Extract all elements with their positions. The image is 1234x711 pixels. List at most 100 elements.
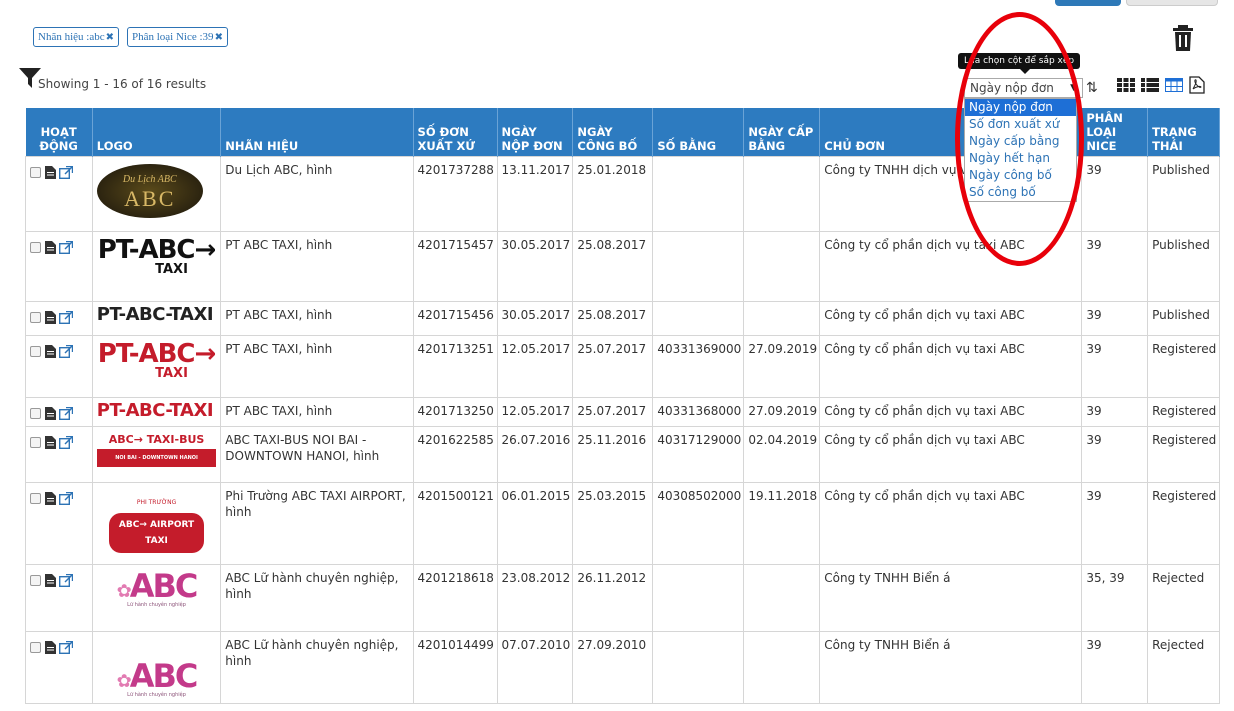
cell-grant-date — [743, 631, 821, 704]
cell-status: Rejected — [1147, 564, 1220, 632]
row-checkbox[interactable] — [30, 437, 41, 448]
cell-pub-date: 25.03.2015 — [572, 482, 654, 565]
sort-option[interactable]: Ngày nộp đơn — [965, 99, 1076, 116]
table-view-icon[interactable] — [1165, 78, 1183, 92]
document-icon[interactable] — [45, 574, 56, 587]
document-icon[interactable] — [45, 345, 56, 358]
table-row: PT-ABC→ TAXI PT ABC TAXI, hình 4201715457… — [25, 231, 1220, 302]
remove-filter-icon[interactable]: ✖ — [215, 32, 223, 43]
row-checkbox[interactable] — [30, 408, 41, 419]
document-icon[interactable] — [45, 241, 56, 254]
row-logo: ✿ABC Lữ hành chuyên nghiệp — [91, 564, 222, 632]
cell-grant-date — [743, 156, 821, 232]
cell-filing-date: 12.05.2017 — [496, 335, 574, 398]
cell-filing-date: 26.07.2016 — [496, 426, 574, 483]
cell-nice: 39 — [1081, 631, 1149, 704]
col-header-reg-no[interactable]: SỐ BẰNG — [652, 108, 745, 157]
col-header-pub-date[interactable]: NGÀY CÔNG BỐ — [572, 108, 654, 157]
document-icon[interactable] — [45, 407, 56, 420]
cell-grant-date: 02.04.2019 — [743, 426, 821, 483]
col-header-status[interactable]: TRẠNG THÁI — [1147, 108, 1220, 157]
cell-mark[interactable]: ABC TAXI-BUS NOI BAI - DOWNTOWN HANOI, h… — [220, 426, 414, 483]
sort-selected-value: Ngày nộp đơn — [970, 81, 1054, 95]
row-logo: PT-ABC→ TAXI — [91, 231, 222, 302]
row-checkbox[interactable] — [30, 493, 41, 504]
sort-option[interactable]: Số công bố — [965, 184, 1076, 201]
trash-icon[interactable] — [1171, 25, 1195, 51]
row-checkbox[interactable] — [30, 242, 41, 253]
sort-option[interactable]: Ngày công bố — [965, 167, 1076, 184]
sort-option[interactable]: Số đơn xuất xứ — [965, 116, 1076, 133]
list-view-icon[interactable] — [1141, 78, 1159, 92]
top-secondary-button[interactable] — [1126, 0, 1218, 6]
filter-tag-nice[interactable]: Phân loại Nice :39 ✖ — [126, 27, 228, 47]
cell-app-no: 4201713251 — [412, 335, 498, 398]
external-link-icon[interactable] — [59, 407, 73, 420]
cell-grant-date: 27.09.2019 — [743, 397, 821, 427]
external-link-icon[interactable] — [59, 641, 73, 654]
cell-mark[interactable]: PT ABC TAXI, hình — [220, 335, 414, 398]
sort-select[interactable]: Ngày nộp đơn ▼ — [964, 78, 1083, 98]
cell-app-no: 4201622585 — [412, 426, 498, 483]
filter-tag-brand[interactable]: Nhãn hiệu :abc ✖ — [33, 27, 119, 47]
external-link-icon[interactable] — [59, 436, 73, 449]
col-header-app-no[interactable]: SỐ ĐƠN XUẤT XỨ — [413, 108, 498, 157]
sort-option[interactable]: Ngày cấp bằng — [965, 133, 1076, 150]
top-primary-button[interactable] — [1055, 0, 1121, 6]
row-logo: PT-ABC→ TAXI — [91, 335, 222, 398]
document-icon[interactable] — [45, 641, 56, 654]
external-link-icon[interactable] — [59, 492, 73, 505]
cell-pub-date: 25.07.2017 — [572, 397, 654, 427]
external-link-icon[interactable] — [59, 166, 73, 179]
cell-mark[interactable]: ABC Lữ hành chuyên nghiệp, hình — [220, 564, 414, 632]
cell-mark[interactable]: ABC Lữ hành chuyên nghiệp, hình — [220, 631, 414, 704]
row-checkbox[interactable] — [30, 312, 41, 323]
external-link-icon[interactable] — [59, 574, 73, 587]
cell-pub-date: 25.11.2016 — [572, 426, 654, 483]
row-logo: PT-ABC-TAXI — [91, 397, 222, 427]
row-checkbox[interactable] — [30, 642, 41, 653]
external-link-icon[interactable] — [59, 345, 73, 358]
cell-mark[interactable]: PT ABC TAXI, hình — [220, 231, 414, 302]
cell-status: Registered — [1147, 426, 1220, 483]
table-row: PT-ABC-TAXI PT ABC TAXI, hình 4201713250… — [25, 397, 1220, 427]
document-icon[interactable] — [45, 166, 56, 179]
col-header-filing-date[interactable]: NGÀY NỘP ĐƠN — [497, 108, 574, 157]
cell-filing-date: 12.05.2017 — [496, 397, 574, 427]
cell-filing-date: 23.08.2012 — [496, 564, 574, 632]
document-icon[interactable] — [45, 436, 56, 449]
row-actions — [25, 335, 93, 398]
external-link-icon[interactable] — [59, 311, 73, 324]
col-header-mark[interactable]: NHÃN HIỆU — [220, 108, 414, 157]
document-icon[interactable] — [45, 311, 56, 324]
cell-pub-date: 25.08.2017 — [572, 231, 654, 302]
cell-mark[interactable]: PT ABC TAXI, hình — [220, 301, 414, 336]
remove-filter-icon[interactable]: ✖ — [106, 32, 114, 43]
col-header-grant-date[interactable]: NGÀY CẤP BẰNG — [743, 108, 821, 157]
row-checkbox[interactable] — [30, 346, 41, 357]
external-link-icon[interactable] — [59, 241, 73, 254]
row-checkbox[interactable] — [30, 575, 41, 586]
row-actions — [25, 397, 93, 427]
grid-view-icon[interactable] — [1117, 78, 1135, 92]
row-actions — [25, 631, 93, 704]
cell-pub-date: 26.11.2012 — [572, 564, 654, 632]
row-logo: PT-ABC-TAXI — [91, 301, 222, 336]
sort-option[interactable]: Ngày hết hạn — [965, 150, 1076, 167]
pdf-icon[interactable] — [1189, 76, 1205, 94]
table-row: ABC→ TAXI-BUS NOI BAI - DOWNTOWN HANOI AB… — [25, 426, 1220, 483]
cell-mark[interactable]: Du Lịch ABC, hình — [220, 156, 414, 232]
row-checkbox[interactable] — [30, 167, 41, 178]
row-actions — [25, 231, 93, 302]
cell-app-no: 4201500121 — [412, 482, 498, 565]
cell-reg-no — [652, 231, 745, 302]
table-row: PT-ABC-TAXI PT ABC TAXI, hình 4201715456… — [25, 301, 1220, 336]
cell-mark[interactable]: Phi Trường ABC TAXI AIRPORT, hình — [220, 482, 414, 565]
col-header-logo[interactable]: LOGO — [92, 108, 222, 157]
col-header-nice[interactable]: PHÂN LOẠI NICE — [1081, 108, 1149, 157]
sort-direction-icon[interactable]: ⇅ — [1086, 80, 1098, 96]
document-icon[interactable] — [45, 492, 56, 505]
col-header-action[interactable]: HOẠT ĐỘNG — [25, 108, 93, 157]
cell-mark[interactable]: PT ABC TAXI, hình — [220, 397, 414, 427]
cell-filing-date: 30.05.2017 — [496, 231, 574, 302]
